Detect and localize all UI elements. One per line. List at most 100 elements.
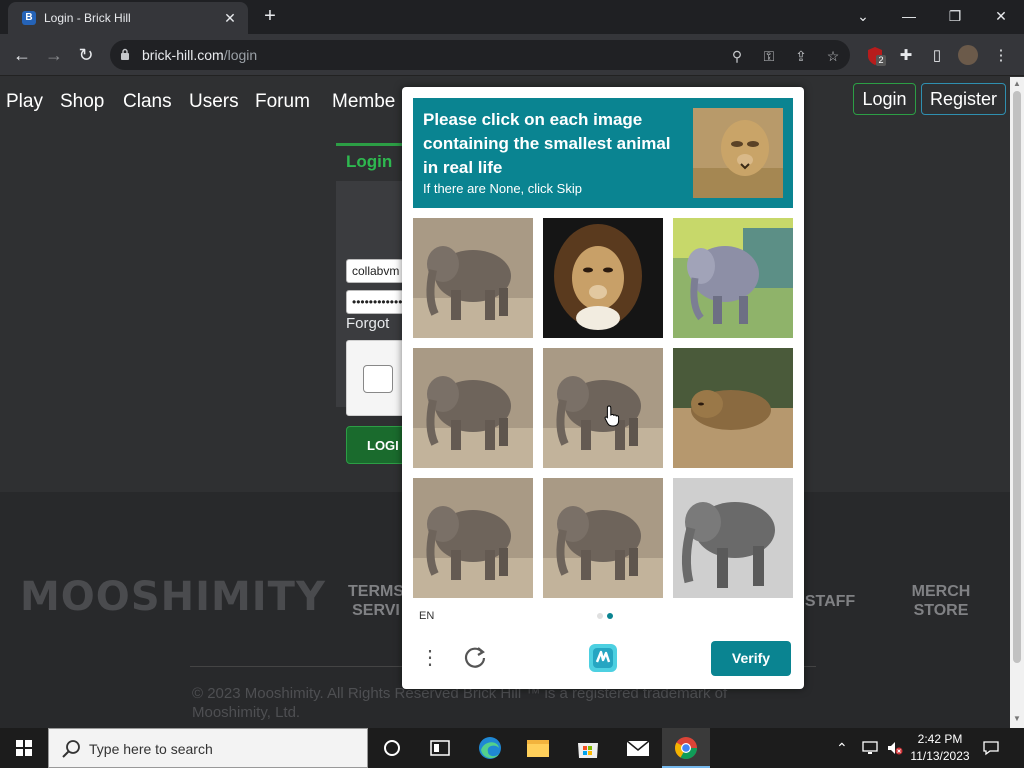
elephant-photo-1-image (413, 218, 533, 338)
elephant-photo-4-image (413, 478, 533, 598)
browser-menu-icon[interactable]: ⋮ (990, 45, 1012, 67)
tab-search-chevron-icon[interactable]: ⌄ (840, 0, 886, 34)
footer-link-terms[interactable]: TERMS SERVI (346, 582, 406, 620)
browser-toolbar: ← → ↻ brick-hill.com/login ⚲ ⚿ ⇪ ☆ 2 ✚ ▯… (0, 34, 1024, 76)
network-icon[interactable] (862, 740, 880, 756)
windows-taskbar: Type here to search ⌃ 2:42 PM 11/13/2023 (0, 728, 1024, 768)
challenge-tile-3-elephant-painting[interactable] (673, 218, 793, 338)
nav-play[interactable]: Play (6, 91, 43, 113)
browser-tab-strip: B Login - Brick Hill ✕ + ⌄ — ❐ ✕ (0, 0, 1024, 34)
elephant-painting-image (673, 218, 793, 338)
mail-icon[interactable] (614, 728, 662, 768)
forgot-password-link[interactable]: Forgot (346, 315, 389, 332)
zoom-icon[interactable]: ⚲ (728, 47, 746, 65)
chrome-taskbar-button[interactable] (662, 728, 710, 768)
forward-arrow-icon[interactable]: → (42, 43, 66, 67)
challenge-tile-1-elephant-photo-1[interactable] (413, 218, 533, 338)
footer-link-merch[interactable]: MERCH STORE (906, 582, 976, 620)
captcha-menu-icon[interactable]: ⋮ (420, 645, 440, 671)
task-view-icon[interactable] (416, 728, 464, 768)
profile-avatar[interactable] (958, 45, 980, 67)
address-bar[interactable]: brick-hill.com/login ⚲ ⚿ ⇪ ☆ (110, 40, 850, 70)
tab-title: Login - Brick Hill (44, 11, 131, 25)
avatar-image (958, 45, 978, 65)
elephant-bw-photo-image (673, 478, 793, 598)
challenge-tile-8-elephant-photo-5[interactable] (543, 478, 663, 598)
captcha-checkbox[interactable] (363, 365, 393, 393)
elephant-photo-3-image (543, 348, 663, 468)
nav-users[interactable]: Users (189, 91, 239, 113)
ublock-extension-icon[interactable]: 2 (864, 45, 886, 67)
new-tab-button[interactable]: + (258, 4, 282, 28)
challenge-tile-6-lioness-lying-photo[interactable] (673, 348, 793, 468)
notifications-icon[interactable] (982, 740, 1000, 756)
challenge-tile-4-elephant-photo-2[interactable] (413, 348, 533, 468)
footer-link-merch-line2: STORE (913, 602, 969, 619)
challenge-tile-5-elephant-photo-3[interactable] (543, 348, 663, 468)
search-placeholder: Type here to search (89, 741, 213, 757)
copyright-text: © 2023 Mooshimity. All Rights Reserved B… (192, 685, 728, 721)
page-dot-2 (607, 613, 613, 619)
footer-link-terms-line1: TERMS (348, 583, 404, 600)
footer-link-merch-line1: MERCH (911, 583, 971, 600)
header-register-button[interactable]: Register (921, 83, 1006, 115)
lion-photo-image (543, 218, 663, 338)
cortana-icon[interactable] (368, 728, 416, 768)
volume-muted-icon[interactable] (886, 740, 904, 756)
nav-members[interactable]: Membe (332, 91, 395, 113)
brick-hill-favicon-icon: B (22, 11, 36, 25)
tray-overflow-icon[interactable]: ⌃ (836, 740, 848, 757)
window-close-button[interactable]: ✕ (978, 0, 1024, 34)
footer-link-staff[interactable]: STAFF (800, 592, 860, 611)
nav-forum[interactable]: Forum (255, 91, 310, 113)
file-explorer-icon[interactable] (514, 728, 562, 768)
challenge-tile-7-elephant-photo-4[interactable] (413, 478, 533, 598)
scroll-up-icon[interactable]: ▲ (1010, 79, 1024, 91)
taskbar-search-box[interactable]: Type here to search (48, 728, 368, 768)
url-host: brick-hill.com (142, 47, 224, 63)
footer-link-staff-line1: STAFF (804, 593, 856, 610)
scrollbar-thumb[interactable] (1013, 91, 1021, 663)
mooshimity-logo[interactable]: MOOSHIMITY (20, 574, 326, 620)
verify-button[interactable]: Verify (711, 641, 791, 676)
lock-icon (121, 48, 129, 60)
key-icon[interactable]: ⚿ (760, 47, 778, 65)
clock-date[interactable]: 11/13/2023 (906, 749, 974, 763)
extensions-puzzle-icon[interactable]: ✚ (895, 45, 917, 67)
extension-badge: 2 (876, 55, 886, 66)
restore-button[interactable]: ❐ (932, 0, 978, 34)
elephant-photo-5-image (543, 478, 663, 598)
hcaptcha-logo-icon[interactable] (587, 642, 619, 674)
challenge-prompt-banner: Please click on each image containing th… (413, 98, 793, 208)
side-panel-icon[interactable]: ▯ (926, 45, 948, 67)
url-path: /login (223, 47, 258, 63)
challenge-tile-9-elephant-bw-photo[interactable] (673, 478, 793, 598)
tab-close-icon[interactable]: ✕ (220, 8, 240, 28)
back-arrow-icon[interactable]: ← (10, 43, 34, 67)
edge-icon[interactable] (466, 728, 514, 768)
reload-icon[interactable]: ↻ (74, 43, 98, 67)
nav-clans[interactable]: Clans (123, 91, 172, 113)
challenge-prompt-subtext: If there are None, click Skip (423, 181, 582, 196)
bookmark-star-icon[interactable]: ☆ (824, 47, 842, 65)
page-scrollbar[interactable]: ▲ ▼ (1010, 77, 1024, 728)
share-icon[interactable]: ⇪ (792, 47, 810, 65)
nav-shop[interactable]: Shop (60, 91, 104, 113)
language-selector[interactable]: EN (419, 610, 434, 622)
challenge-tile-2-lion-photo[interactable] (543, 218, 663, 338)
windows-start-icon[interactable] (0, 728, 48, 768)
header-login-button[interactable]: Login (853, 83, 916, 115)
captcha-challenge-dialog: Please click on each image containing th… (402, 87, 804, 689)
refresh-challenge-icon[interactable] (462, 644, 488, 670)
elephant-photo-2-image (413, 348, 533, 468)
microsoft-store-icon[interactable] (564, 728, 612, 768)
chrome-icon (675, 737, 697, 759)
challenge-prompt-text: Please click on each image containing th… (423, 110, 671, 177)
url-text: brick-hill.com/login (142, 47, 257, 63)
tab-login-brick-hill[interactable]: B Login - Brick Hill ✕ (8, 2, 248, 34)
scroll-down-icon[interactable]: ▼ (1010, 714, 1024, 726)
minimize-button[interactable]: — (886, 0, 932, 34)
clock-time[interactable]: 2:42 PM (906, 732, 974, 746)
lioness-lying-photo-image (673, 348, 793, 468)
page-dot-1 (597, 613, 603, 619)
